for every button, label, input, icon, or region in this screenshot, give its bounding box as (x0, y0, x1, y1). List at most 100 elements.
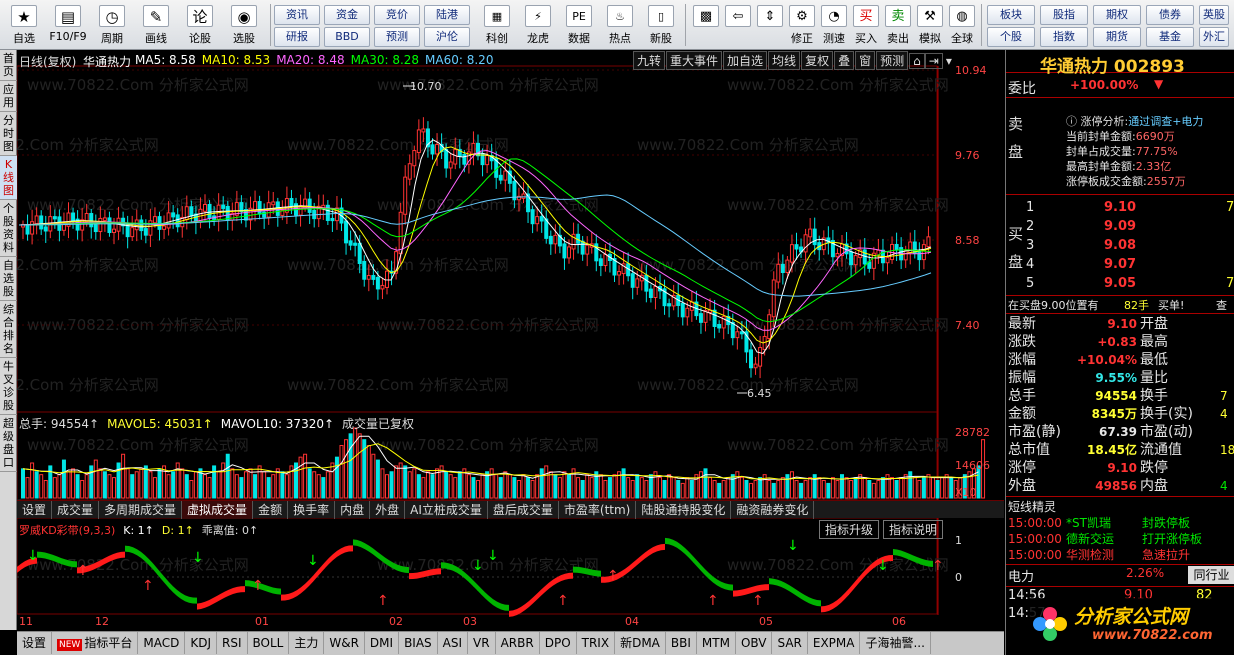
bottom-indicator-tab[interactable]: OBV (736, 632, 773, 654)
kline-chart-area[interactable]: www.70822.Com 分析家公式网 www.70822.Com 分析家公式网… (17, 50, 1004, 630)
toolbar-market-button[interactable]: 债券 (1146, 5, 1194, 25)
pe-button[interactable]: PE 数据 (560, 3, 598, 47)
home-icon[interactable]: ⌂ (909, 53, 925, 69)
buy-level-row[interactable]: 5 9.05 7 (1026, 274, 1234, 293)
bottom-indicator-tab[interactable]: MTM (697, 632, 736, 654)
buy-level-row[interactable]: 4 9.07 (1026, 255, 1234, 274)
bottom-indicator-tab[interactable]: KDJ (185, 632, 217, 654)
short-wizard-item[interactable]: 15:00:00 华测检测 急速拉升 (1006, 547, 1234, 563)
short-wizard-item[interactable]: 15:00:00 德新交运 打开涨停板 (1006, 531, 1234, 547)
bottom-indicator-tab[interactable]: 新DMA (615, 632, 666, 654)
volume-tab[interactable]: 多周期成交量 (99, 501, 183, 519)
sell-button[interactable]: 卖卖出 (883, 3, 913, 47)
bottom-indicator-tab[interactable]: 主力 (289, 632, 325, 654)
chart-top-tab[interactable]: 预测 (876, 51, 909, 70)
left-tab[interactable]: K线图 (0, 156, 17, 200)
bottom-indicator-tab[interactable]: MACD (138, 632, 186, 654)
left-tab[interactable]: 自选股 (0, 257, 17, 301)
bottom-indicator-tab[interactable]: NEW 指标平台 (52, 632, 139, 654)
toolbar-grid-button[interactable]: 预测 (374, 27, 420, 47)
toolbar-grid-button[interactable]: 竞价 (374, 5, 420, 25)
buy-level-row[interactable]: 1 9.10 7 (1026, 198, 1234, 217)
bottom-indicator-tab[interactable]: DPO (540, 632, 577, 654)
clock-button[interactable]: ◷ 周期 (92, 3, 132, 47)
hot-button[interactable]: ♨ 热点 (601, 3, 639, 47)
bottom-indicator-tab[interactable]: ASI (438, 632, 469, 654)
fix-button[interactable]: ⚙ 修正 (787, 3, 817, 47)
toolbar-market-button[interactable]: 期货 (1093, 27, 1141, 47)
buy-level-row[interactable]: 3 9.08 (1026, 236, 1234, 255)
hammer-button[interactable]: ⚒ 模拟 (915, 3, 945, 47)
toolbar-grid-button[interactable]: 研报 (274, 27, 320, 47)
volume-tab[interactable]: 陆股通持股变化 (636, 501, 732, 519)
left-tab[interactable]: 分时图 (0, 112, 17, 156)
bottom-indicator-tab[interactable]: ARBR (496, 632, 540, 654)
kd-button[interactable]: 指标升级 (819, 520, 880, 539)
toolbar-market-button[interactable]: 指数 (1040, 27, 1088, 47)
bottom-indicator-tab[interactable]: RSI (217, 632, 248, 654)
left-tab[interactable]: 个股资料 (0, 200, 17, 257)
tiger-button[interactable]: ⚡ 龙虎 (519, 3, 557, 47)
kechuang-button[interactable]: ▦ 科创 (478, 3, 516, 47)
toolbar-grid-button[interactable]: BBD (324, 27, 370, 47)
bottom-indicator-tab[interactable]: SAR (772, 632, 808, 654)
same-industry-button[interactable]: 同行业 (1188, 566, 1234, 584)
volume-tab[interactable]: 换手率 (288, 501, 336, 519)
bottom-indicator-tab[interactable]: 子海袖警... (860, 632, 931, 654)
buy-button[interactable]: 买买入 (851, 3, 881, 47)
volume-tab[interactable]: 外盘 (370, 501, 406, 519)
toolbar-market-button[interactable]: 外汇 (1199, 27, 1229, 47)
back-arrow-button[interactable]: ⇦ (723, 3, 753, 47)
select-button[interactable]: ◉ 选股 (224, 3, 264, 47)
pen-button[interactable]: ✎ 画线 (136, 3, 176, 47)
bottom-indicator-tab[interactable]: VR (468, 632, 496, 654)
toolbar-grid-button[interactable]: 沪伦 (424, 27, 470, 47)
volume-tab[interactable]: 盘后成交量 (488, 501, 559, 519)
toolbar-market-button[interactable]: 个股 (987, 27, 1035, 47)
limit-link[interactable]: 通过调查+电力 (1128, 115, 1203, 128)
buy-level-row[interactable]: 2 9.09 (1026, 217, 1234, 236)
bottom-indicator-tab[interactable]: EXPMA (808, 632, 861, 654)
chart-canvas[interactable]: www.70822.Com 分析家公式网 www.70822.Com 分析家公式网… (17, 50, 1004, 630)
up-down-button[interactable]: ⇕ (755, 3, 785, 47)
chart-top-tab[interactable]: 九转 (633, 51, 666, 70)
toolbar-grid-button[interactable]: 资金 (324, 5, 370, 25)
toolbar-market-button[interactable]: 期权 (1093, 5, 1141, 25)
ipo-button[interactable]: ▯ 新股 (642, 3, 680, 47)
chart-top-tab[interactable]: 重大事件 (666, 51, 723, 70)
volume-tab[interactable]: 金额 (253, 501, 289, 519)
bottom-indicator-tab[interactable]: DMI (365, 632, 400, 654)
toolbar-market-button[interactable]: 基金 (1146, 27, 1194, 47)
volume-tab[interactable]: 市盈率(ttm) (559, 501, 637, 519)
toolbar-market-button[interactable]: 股指 (1040, 5, 1088, 25)
lun-button[interactable]: 论论股 (180, 3, 220, 47)
pin-icon[interactable]: ⇥ (924, 53, 943, 69)
volume-tab[interactable]: AI立桩成交量 (405, 501, 488, 519)
volume-tab[interactable]: 设置 (17, 501, 53, 519)
globe-button[interactable]: ◍ 全球 (947, 3, 977, 47)
dropdown-icon[interactable]: ▾ (943, 54, 955, 68)
left-tab[interactable]: 应用 (0, 81, 17, 112)
volume-tab[interactable]: 成交量 (52, 501, 100, 519)
toolbar-grid-button[interactable]: 陆港 (424, 5, 470, 25)
list-button[interactable]: ▤ F10/F9 (48, 3, 88, 47)
toolbar-market-button[interactable]: 英股 (1199, 5, 1229, 25)
star-button[interactable]: ★ 自选 (4, 3, 44, 47)
volume-tab[interactable]: 融资融券变化 (731, 501, 815, 519)
short-wizard-item[interactable]: 15:00:00 *ST凯瑞 封跌停板 (1006, 515, 1234, 531)
bottom-indicator-tab[interactable]: BBI (666, 632, 697, 654)
bottom-indicator-tab[interactable]: BOLL (248, 632, 290, 654)
left-tab[interactable]: 牛叉诊股 (0, 358, 17, 415)
chart-top-tab[interactable]: 均线 (768, 51, 801, 70)
chart-top-tab[interactable]: 加自选 (723, 51, 768, 70)
toolbar-market-button[interactable]: 板块 (987, 5, 1035, 25)
left-tab[interactable]: 超级盘口 (0, 415, 17, 472)
volume-tab[interactable]: 虚拟成交量 (182, 501, 254, 519)
bottom-indicator-tab[interactable]: BIAS (399, 632, 438, 654)
measure-button[interactable]: ◔ 测速 (819, 3, 849, 47)
bottom-indicator-tab[interactable]: W&R (324, 632, 365, 654)
bottom-indicator-tab[interactable]: 设置 (17, 632, 53, 654)
volume-tab[interactable]: 内盘 (335, 501, 371, 519)
chart-top-tab[interactable]: 复权 (801, 51, 834, 70)
left-tab[interactable]: 首页 (0, 50, 17, 81)
